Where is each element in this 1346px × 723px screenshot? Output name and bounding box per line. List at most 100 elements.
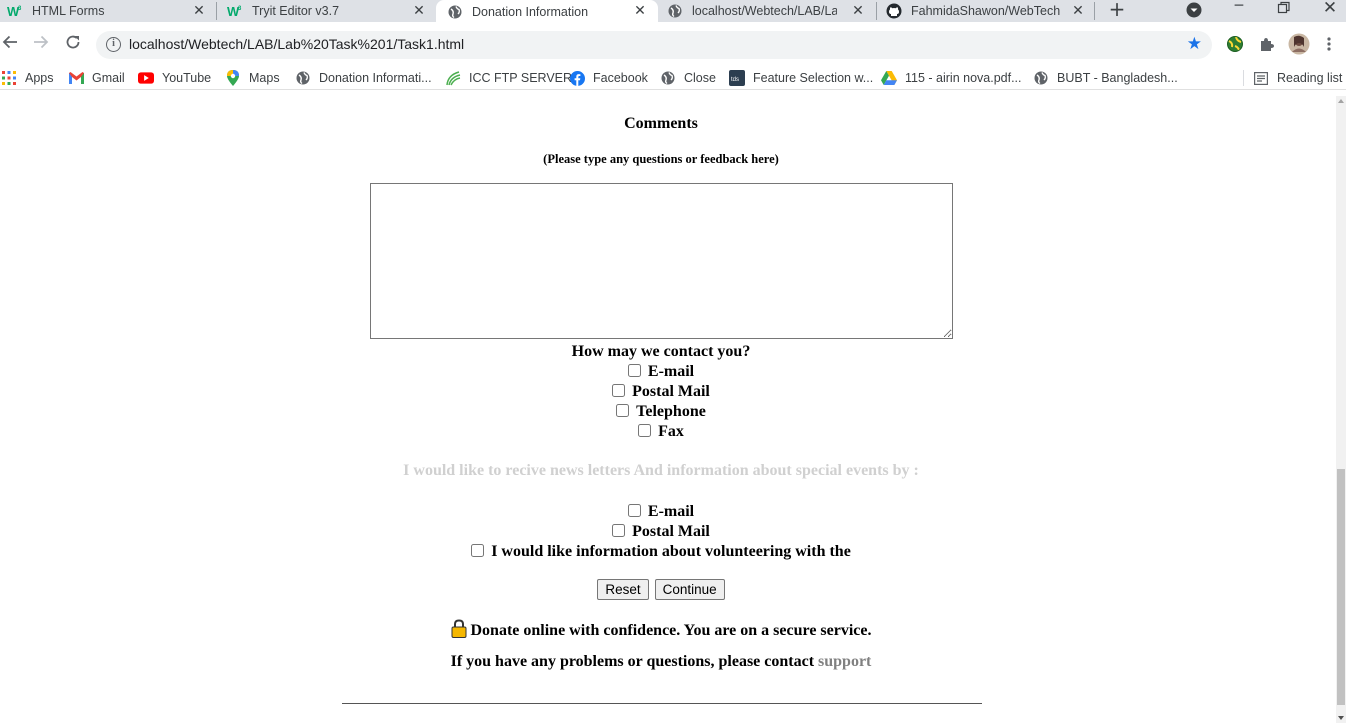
github-icon [886, 3, 902, 19]
tab-html-forms[interactable]: W3 HTML Forms ✕ [7, 0, 212, 21]
tab-title: FahmidaShawon/WebTech [911, 3, 1061, 18]
bookmarks-divider [1243, 70, 1244, 86]
scrollbar-thumb[interactable] [1337, 469, 1345, 705]
newsletter-prompt: I would like to recive news letters And … [403, 462, 919, 479]
contact-email-checkbox[interactable] [627, 364, 641, 377]
close-tab-icon[interactable]: ✕ [1070, 2, 1086, 19]
tab-title: localhost/Webtech/LAB/Lab T [692, 3, 837, 18]
gmail-icon [68, 70, 84, 86]
minimize-icon[interactable]: ─ [1230, 0, 1248, 14]
close-tab-icon[interactable]: ✕ [191, 2, 207, 19]
tab-localhost-lab[interactable]: localhost/Webtech/LAB/Lab T ✕ [667, 0, 873, 21]
icc-icon [445, 70, 461, 86]
bookmark-bubt[interactable]: BUBT - Bangladesh... [1033, 69, 1178, 87]
comments-subheading: (Please type any questions or feedback h… [543, 152, 779, 166]
bookmark-close[interactable]: Close [660, 69, 716, 87]
newsletter-option-email: E-mail [0, 502, 1322, 522]
bookmark-label: YouTube [162, 71, 212, 85]
tab-title: HTML Forms [32, 3, 105, 18]
support-link[interactable]: support [818, 653, 871, 670]
extension-globe-icon[interactable] [1226, 35, 1244, 53]
contact-option-label: E-mail [647, 363, 695, 380]
url-text[interactable]: localhost/Webtech/LAB/Lab%20Task%201/Tas… [129, 36, 464, 52]
problems-text: If you have any problems or questions, p… [450, 653, 815, 670]
bookmark-facebook[interactable]: Facebook [569, 69, 648, 87]
contact-question: How may we contact you? [571, 343, 751, 360]
reading-list-button[interactable]: Reading list [1253, 69, 1342, 87]
volunteer-label: I would like information about volunteer… [491, 543, 851, 560]
continue-button[interactable]: Continue [654, 579, 725, 600]
bookmark-donation-information[interactable]: Donation Informati... [295, 69, 432, 87]
more-menu-icon[interactable] [1326, 35, 1336, 53]
bookmark-label: ICC FTP SERVER [469, 71, 573, 85]
tab-tryit-editor[interactable]: W3 Tryit Editor v3.7 ✕ [227, 0, 433, 21]
tab-github-webtech[interactable]: FahmidaShawon/WebTech ✕ [886, 0, 1092, 21]
secure-text: Donate online with confidence. You are o… [470, 622, 872, 639]
close-tab-icon[interactable]: ✕ [850, 2, 866, 19]
new-tab-button[interactable]: + [1107, 0, 1127, 20]
contact-option-email: E-mail [0, 362, 1322, 382]
contact-telephone-checkbox[interactable] [616, 404, 630, 417]
bookmark-label: Gmail [92, 71, 125, 85]
scroll-down-arrow-icon[interactable] [1338, 716, 1344, 720]
bookmark-apps[interactable]: Apps [1, 69, 54, 87]
apps-grid-icon [1, 70, 17, 86]
bookmark-label: Apps [25, 71, 54, 85]
globe-icon [1033, 70, 1049, 86]
address-bar[interactable]: i localhost/Webtech/LAB/Lab%20Task%201/T… [96, 31, 1212, 59]
contact-option-telephone: Telephone [0, 402, 1322, 422]
tab-donation-information[interactable]: Donation Information ✕ [436, 0, 658, 24]
tab-divider [1094, 2, 1095, 20]
profile-avatar[interactable] [1288, 33, 1310, 55]
contact-postal-mail-checkbox[interactable] [612, 384, 626, 397]
close-tab-icon[interactable]: ✕ [632, 2, 648, 19]
comments-textarea[interactable] [370, 183, 953, 339]
reload-icon[interactable] [63, 34, 83, 54]
bookmark-youtube[interactable]: YouTube [138, 69, 211, 87]
bookmark-feature-selection[interactable]: tds Feature Selection w... [729, 69, 873, 87]
globe-icon [667, 3, 683, 19]
browser-toolbar: i localhost/Webtech/LAB/Lab%20Task%201/T… [0, 22, 1346, 63]
bookmark-maps[interactable]: Maps [225, 69, 280, 87]
newsletter-option-label: E-mail [647, 503, 695, 520]
bookmark-gmail[interactable]: Gmail [68, 69, 125, 87]
close-window-icon[interactable]: ✕ [1321, 0, 1339, 18]
svg-text:tds: tds [731, 77, 739, 83]
newsletter-postal-mail-checkbox[interactable] [612, 524, 626, 537]
tab-title: Donation Information [472, 5, 589, 19]
restore-icon[interactable] [1276, 0, 1292, 16]
tab-search-button[interactable] [1185, 2, 1203, 20]
contact-option-label: Postal Mail [632, 383, 710, 400]
bookmark-label: Maps [249, 71, 280, 85]
page-scrollbar[interactable] [1336, 96, 1346, 723]
contact-fax-checkbox[interactable] [638, 424, 652, 437]
secure-notice: Donate online with confidence. You are o… [0, 619, 1322, 643]
contact-option-label: Telephone [636, 403, 706, 420]
facebook-icon [569, 70, 585, 86]
bookmark-icc-ftp-server[interactable]: ICC FTP SERVER [445, 69, 572, 87]
bookmark-star-icon[interactable]: ★ [1187, 34, 1202, 54]
site-info-icon[interactable]: i [106, 37, 121, 52]
tab-title: Tryit Editor v3.7 [252, 3, 340, 18]
globe-icon [660, 70, 676, 86]
bookmark-airin-nova-pdf[interactable]: 115 - airin nova.pdf... [881, 69, 1022, 87]
scroll-up-arrow-icon[interactable] [1338, 99, 1344, 103]
globe-icon [295, 70, 311, 86]
contact-option-postal-mail: Postal Mail [0, 382, 1322, 402]
tds-icon: tds [729, 70, 745, 86]
close-tab-icon[interactable]: ✕ [411, 2, 427, 19]
forward-arrow-icon[interactable] [31, 34, 51, 54]
comments-heading: Comments [624, 115, 698, 132]
newsletter-email-checkbox[interactable] [627, 504, 641, 517]
reset-button[interactable]: Reset [597, 579, 649, 600]
lock-icon [451, 619, 467, 643]
back-arrow-icon[interactable] [0, 34, 20, 54]
support-notice: If you have any problems or questions, p… [0, 653, 1322, 671]
bookmark-label: Donation Informati... [319, 71, 432, 85]
bookmark-label: Facebook [593, 71, 648, 85]
extensions-puzzle-icon[interactable] [1258, 35, 1276, 53]
google-drive-icon [881, 70, 897, 86]
volunteer-checkbox[interactable] [471, 544, 485, 557]
horizontal-rule [342, 703, 982, 704]
contact-option-fax: Fax [0, 422, 1322, 442]
